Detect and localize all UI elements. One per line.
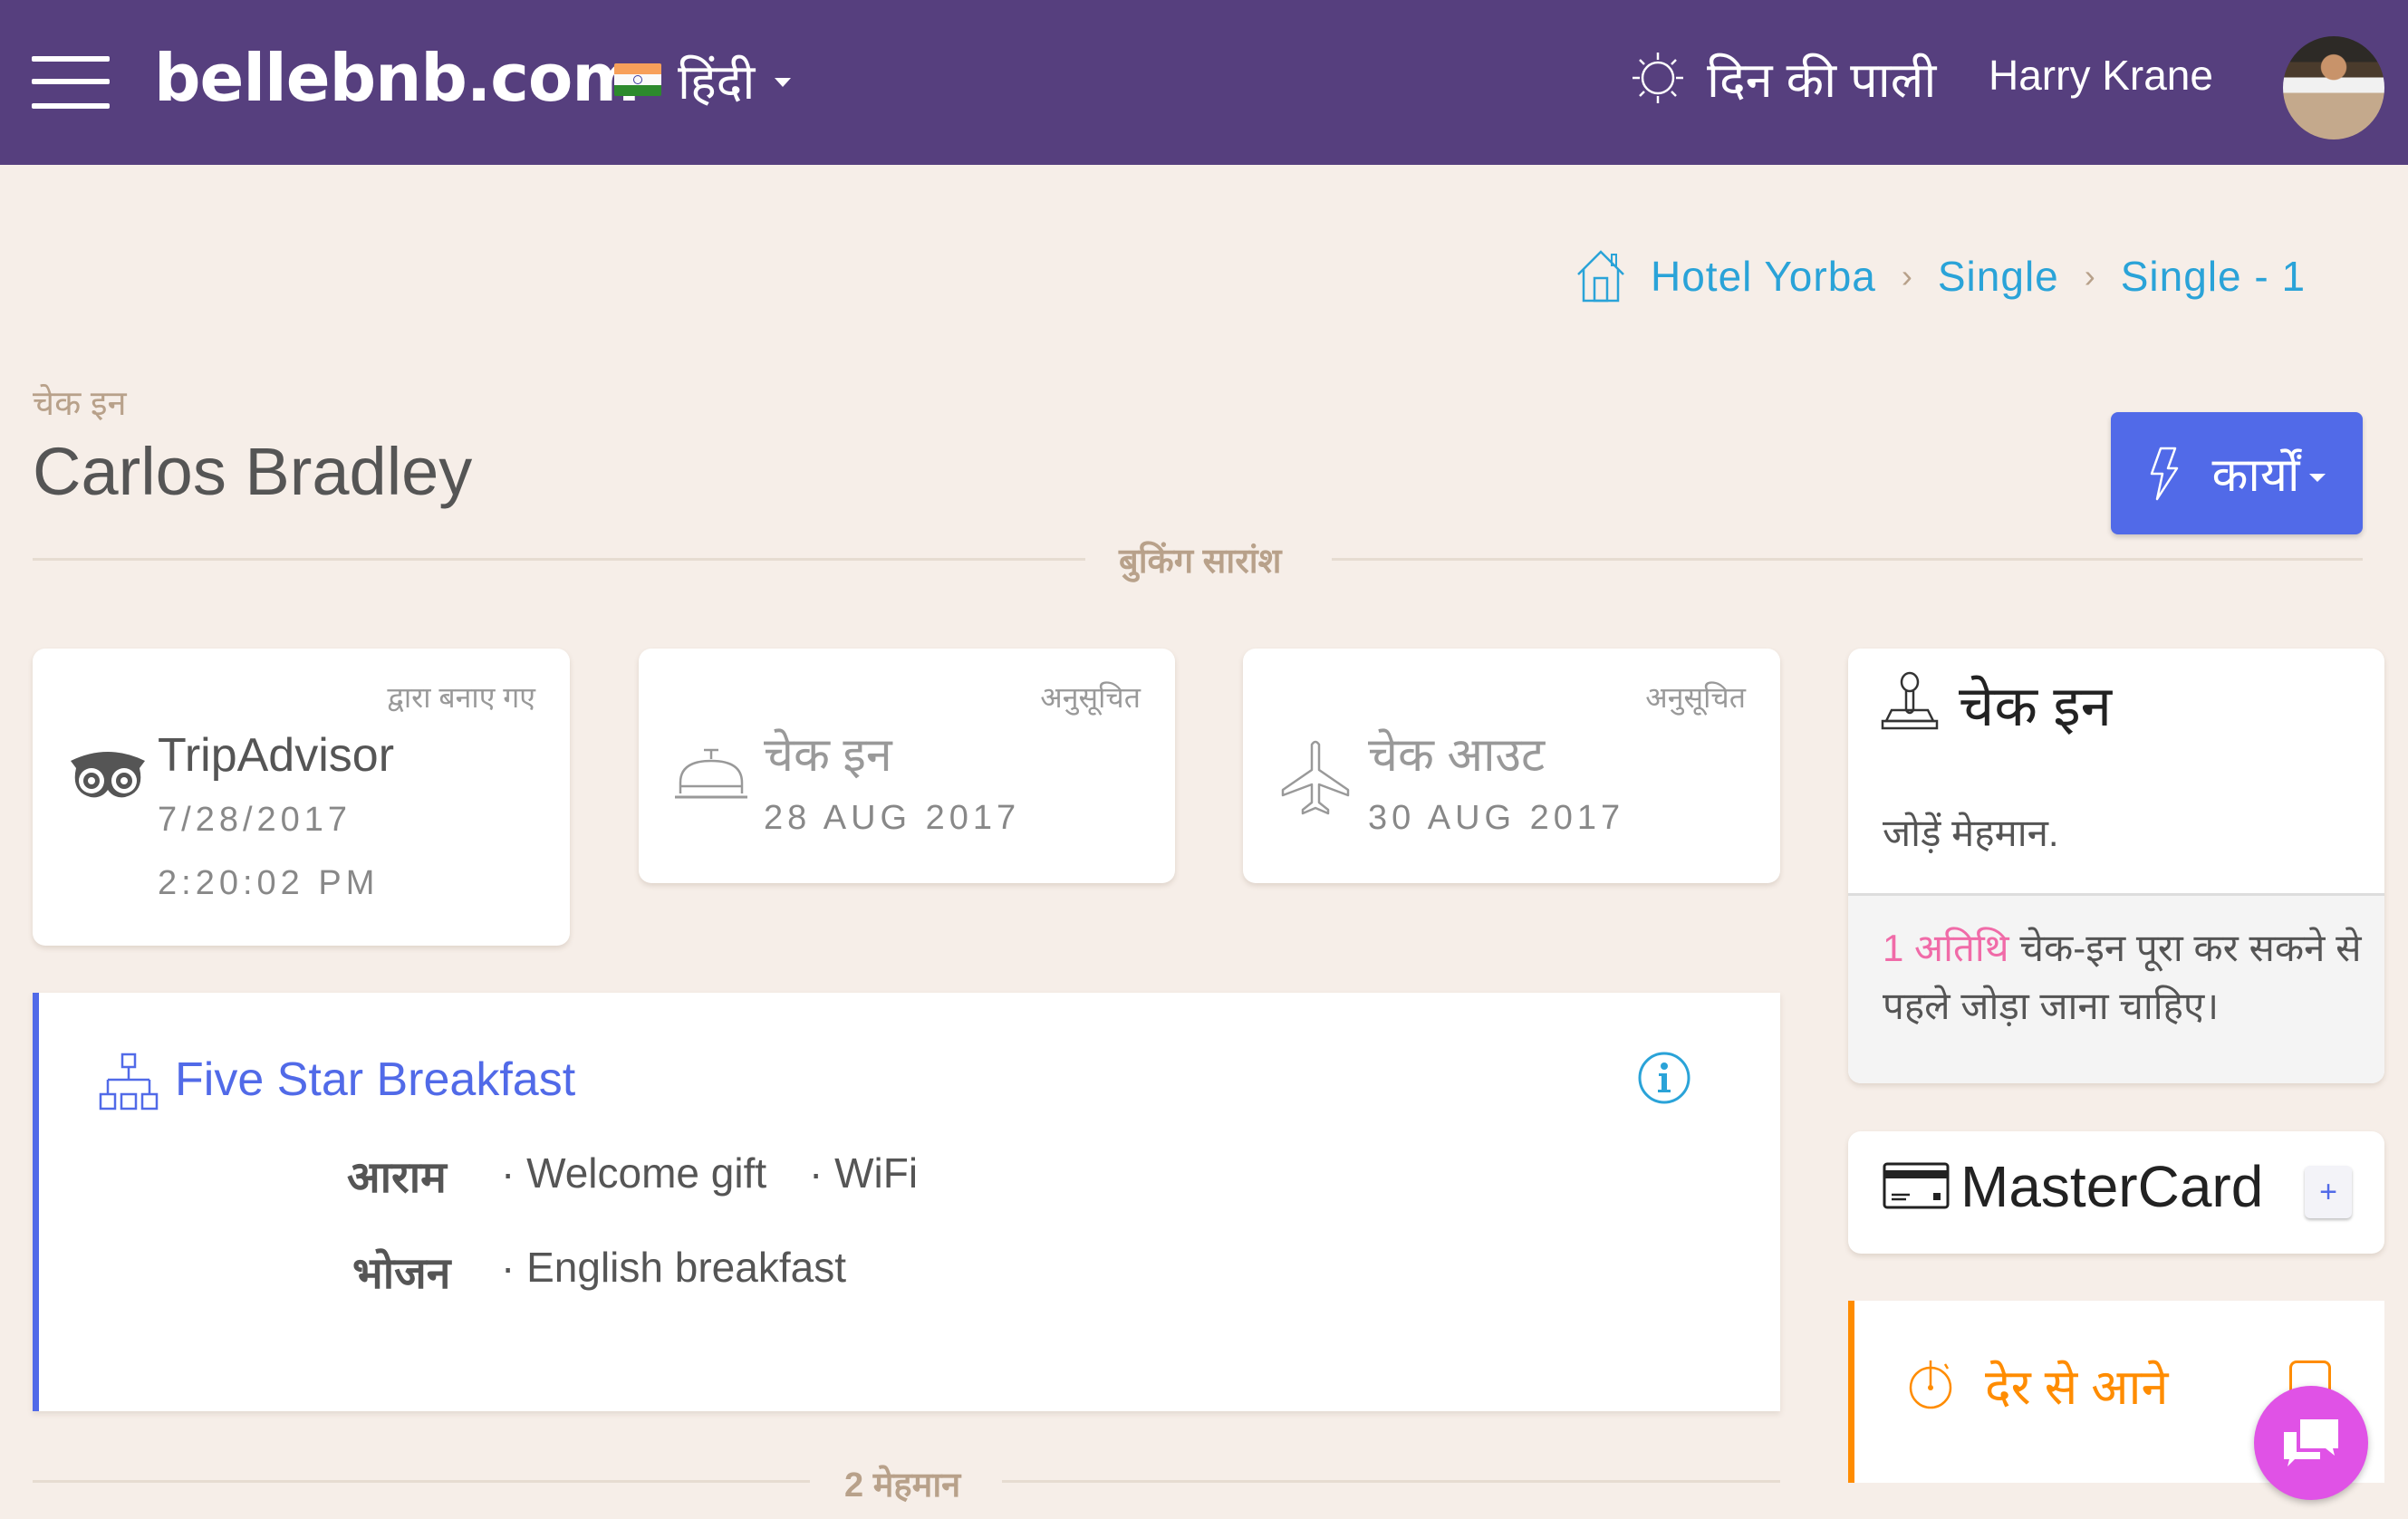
menu-button[interactable] — [32, 56, 110, 109]
meals-label: भोजन — [352, 1250, 451, 1298]
booking-source-card: द्वारा बनाए गए TripAdvisor 7/28/2017 2:2… — [33, 649, 570, 946]
language-label: हिंदी — [678, 55, 756, 110]
amenities-label: आराम — [347, 1154, 447, 1202]
booking-date: 7/28/2017 — [158, 801, 352, 839]
language-selector[interactable]: हिंदी — [614, 43, 792, 116]
breadcrumb-room-type[interactable]: Single — [1938, 252, 2059, 301]
booking-source: TripAdvisor — [158, 729, 395, 782]
checkin-date-card: अनुसूचित चेक इन 28 AUG 2017 — [639, 649, 1175, 883]
payment-card-type: MasterCard — [1960, 1154, 2264, 1219]
meal-item: · English breakfast — [501, 1244, 846, 1291]
page-subtitle: चेक इन — [33, 385, 127, 423]
chevron-down-icon — [2308, 474, 2326, 482]
breadcrumb-room[interactable]: Single - 1 — [2121, 252, 2306, 301]
india-flag-icon — [614, 63, 661, 96]
airplane-icon — [1281, 740, 1350, 815]
home-icon[interactable] — [1575, 249, 1627, 303]
joystick-icon — [1881, 671, 1939, 730]
divider-line — [33, 1480, 810, 1483]
divider-line — [33, 558, 1085, 561]
checkout-date-card: अनुसूचित चेक आउट 30 AUG 2017 — [1243, 649, 1780, 883]
late-arrival-title: देर से आने — [1985, 1360, 2169, 1415]
amenity-item: · Welcome gift — [501, 1149, 767, 1197]
breadcrumb-separator: › — [2084, 257, 2095, 294]
credit-card-icon — [1883, 1162, 1950, 1209]
breadcrumb: Hotel Yorba › Single › Single - 1 — [1575, 245, 2306, 308]
user-name[interactable]: Harry Krane — [1989, 51, 2213, 100]
checkin-panel-title: चेक इन — [1959, 676, 2113, 738]
amenity-item: · WiFi — [809, 1149, 919, 1197]
chat-button[interactable] — [2254, 1386, 2368, 1500]
tripadvisor-owl-icon — [71, 752, 145, 798]
brand-logo[interactable]: bellebnb.com — [154, 40, 640, 116]
shift-selector[interactable]: दिन की पाली — [1631, 42, 1936, 114]
menu-icon-bar — [32, 79, 110, 84]
guest-count-highlight: 1 अतिथि — [1883, 927, 2009, 969]
card-label: द्वारा बनाए गए — [387, 681, 535, 714]
divider-line — [1332, 558, 2363, 561]
page-title: Carlos Bradley — [33, 434, 473, 509]
breadcrumb-hotel[interactable]: Hotel Yorba — [1651, 252, 1876, 301]
menu-icon-bar — [32, 103, 110, 109]
checkin-warning-text: 1 अतिथि चेक-इन पूरा कर सकने से पहले जोड़… — [1883, 927, 2362, 1027]
package-card: Five Star Breakfast आराम · Welcome gift … — [33, 993, 1780, 1411]
card-label: अनुसूचित — [1645, 681, 1746, 714]
card-label: अनुसूचित — [1040, 681, 1141, 714]
checkout-label: चेक आउट — [1368, 729, 1546, 782]
stopwatch-icon — [1909, 1360, 1952, 1409]
guests-heading: 2 मेहमान — [844, 1466, 961, 1505]
checkin-label: चेक इन — [764, 729, 892, 782]
hierarchy-icon — [99, 1053, 159, 1110]
menu-icon-bar — [32, 56, 110, 62]
checkin-warning: 1 अतिथि चेक-इन पूरा कर सकने से पहले जोड़… — [1848, 893, 2384, 1083]
actions-label: कार्यों — [2211, 449, 2300, 502]
booking-time: 2:20:02 PM — [158, 864, 380, 902]
booking-summary-heading: बुकिंग सारांश — [1119, 543, 1282, 581]
chevron-down-icon — [775, 78, 792, 87]
reception-bell-icon — [675, 748, 747, 799]
package-name[interactable]: Five Star Breakfast — [175, 1053, 575, 1107]
sun-icon — [1633, 53, 1683, 103]
chat-bubbles-icon — [2284, 1419, 2338, 1466]
payment-panel: MasterCard + — [1848, 1131, 2384, 1254]
checkin-date: 28 AUG 2017 — [764, 799, 1021, 837]
checkin-panel: चेक इन जोड़ें मेहमान. 1 अतिथि चेक-इन पूर… — [1848, 649, 2384, 1083]
breadcrumb-separator: › — [1901, 257, 1912, 294]
info-icon[interactable] — [1637, 1051, 1691, 1105]
divider-line — [1002, 1480, 1780, 1483]
lightning-icon — [2151, 447, 2179, 500]
actions-button[interactable]: कार्यों — [2111, 412, 2363, 534]
user-avatar[interactable] — [2283, 36, 2384, 139]
checkout-date: 30 AUG 2017 — [1368, 799, 1625, 837]
add-payment-button[interactable]: + — [2305, 1166, 2352, 1218]
add-guests-prompt[interactable]: जोड़ें मेहमान. — [1883, 806, 2059, 858]
shift-label: दिन की पाली — [1707, 53, 1937, 108]
